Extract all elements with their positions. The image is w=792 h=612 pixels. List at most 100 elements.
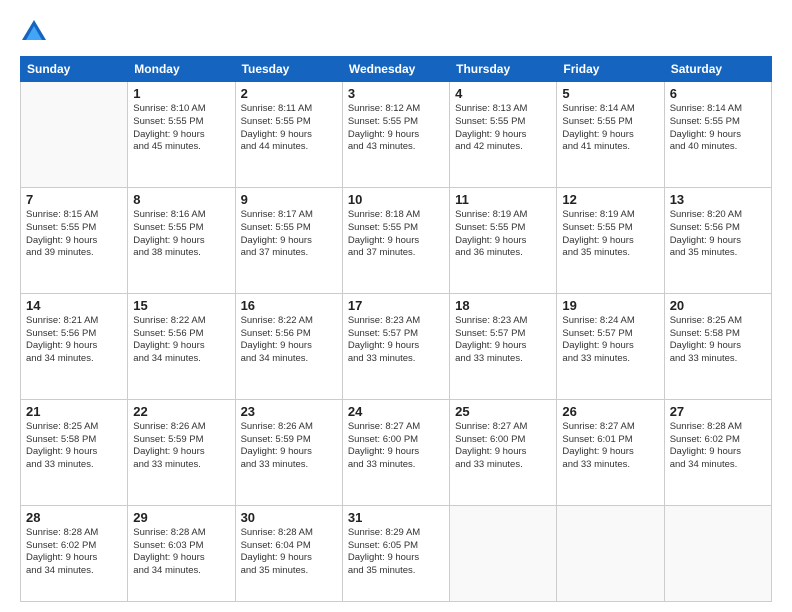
day-info: Sunrise: 8:28 AMSunset: 6:04 PMDaylight:…: [241, 527, 337, 578]
weekday-header: Tuesday: [235, 57, 342, 82]
calendar-cell: 28 Sunrise: 8:28 AMSunset: 6:02 PMDayligh…: [21, 505, 128, 601]
day-info: Sunrise: 8:26 AMSunset: 5:59 PMDaylight:…: [133, 421, 229, 472]
day-number: 23: [241, 404, 337, 419]
day-info: Sunrise: 8:20 AMSunset: 5:56 PMDaylight:…: [670, 209, 766, 260]
day-info: Sunrise: 8:24 AMSunset: 5:57 PMDaylight:…: [562, 315, 658, 366]
day-info: Sunrise: 8:27 AMSunset: 6:00 PMDaylight:…: [348, 421, 444, 472]
day-number: 7: [26, 192, 122, 207]
day-number: 13: [670, 192, 766, 207]
day-info: Sunrise: 8:29 AMSunset: 6:05 PMDaylight:…: [348, 527, 444, 578]
day-info: Sunrise: 8:14 AMSunset: 5:55 PMDaylight:…: [562, 103, 658, 154]
calendar-cell: 24 Sunrise: 8:27 AMSunset: 6:00 PMDayligh…: [342, 399, 449, 505]
day-number: 21: [26, 404, 122, 419]
calendar-table: SundayMondayTuesdayWednesdayThursdayFrid…: [20, 56, 772, 602]
weekday-header: Saturday: [664, 57, 771, 82]
day-info: Sunrise: 8:28 AMSunset: 6:02 PMDaylight:…: [670, 421, 766, 472]
calendar-cell: [450, 505, 557, 601]
calendar-cell: 20 Sunrise: 8:25 AMSunset: 5:58 PMDayligh…: [664, 293, 771, 399]
weekday-header: Monday: [128, 57, 235, 82]
day-number: 30: [241, 510, 337, 525]
day-number: 28: [26, 510, 122, 525]
calendar-cell: 13 Sunrise: 8:20 AMSunset: 5:56 PMDayligh…: [664, 187, 771, 293]
day-info: Sunrise: 8:12 AMSunset: 5:55 PMDaylight:…: [348, 103, 444, 154]
day-number: 5: [562, 86, 658, 101]
day-info: Sunrise: 8:22 AMSunset: 5:56 PMDaylight:…: [133, 315, 229, 366]
weekday-header: Friday: [557, 57, 664, 82]
calendar-cell: 26 Sunrise: 8:27 AMSunset: 6:01 PMDayligh…: [557, 399, 664, 505]
logo-icon: [20, 18, 48, 46]
day-number: 17: [348, 298, 444, 313]
day-number: 11: [455, 192, 551, 207]
day-info: Sunrise: 8:16 AMSunset: 5:55 PMDaylight:…: [133, 209, 229, 260]
day-number: 6: [670, 86, 766, 101]
calendar-cell: [21, 82, 128, 188]
day-info: Sunrise: 8:19 AMSunset: 5:55 PMDaylight:…: [562, 209, 658, 260]
day-number: 26: [562, 404, 658, 419]
day-info: Sunrise: 8:28 AMSunset: 6:02 PMDaylight:…: [26, 527, 122, 578]
day-info: Sunrise: 8:21 AMSunset: 5:56 PMDaylight:…: [26, 315, 122, 366]
header: [20, 18, 772, 46]
day-info: Sunrise: 8:25 AMSunset: 5:58 PMDaylight:…: [670, 315, 766, 366]
calendar-cell: 2Sunrise: 8:11 AMSunset: 5:55 PMDaylight…: [235, 82, 342, 188]
day-number: 10: [348, 192, 444, 207]
calendar-cell: 15 Sunrise: 8:22 AMSunset: 5:56 PMDayligh…: [128, 293, 235, 399]
calendar-cell: 6 Sunrise: 8:14 AMSunset: 5:55 PMDaylight…: [664, 82, 771, 188]
calendar-cell: 4 Sunrise: 8:13 AMSunset: 5:55 PMDaylight…: [450, 82, 557, 188]
day-number: 3: [348, 86, 444, 101]
calendar-cell: 30 Sunrise: 8:28 AMSunset: 6:04 PMDayligh…: [235, 505, 342, 601]
day-number: 14: [26, 298, 122, 313]
calendar-cell: 12 Sunrise: 8:19 AMSunset: 5:55 PMDayligh…: [557, 187, 664, 293]
day-number: 22: [133, 404, 229, 419]
calendar-cell: 3 Sunrise: 8:12 AMSunset: 5:55 PMDaylight…: [342, 82, 449, 188]
day-number: 12: [562, 192, 658, 207]
calendar-cell: 21 Sunrise: 8:25 AMSunset: 5:58 PMDayligh…: [21, 399, 128, 505]
weekday-header: Wednesday: [342, 57, 449, 82]
day-info: Sunrise: 8:23 AMSunset: 5:57 PMDaylight:…: [348, 315, 444, 366]
calendar-cell: 14 Sunrise: 8:21 AMSunset: 5:56 PMDayligh…: [21, 293, 128, 399]
day-info: Sunrise: 8:25 AMSunset: 5:58 PMDaylight:…: [26, 421, 122, 472]
calendar-cell: 27 Sunrise: 8:28 AMSunset: 6:02 PMDayligh…: [664, 399, 771, 505]
day-info: Sunrise: 8:14 AMSunset: 5:55 PMDaylight:…: [670, 103, 766, 154]
day-number: 24: [348, 404, 444, 419]
day-number: 9: [241, 192, 337, 207]
day-number: 4: [455, 86, 551, 101]
calendar-cell: 19 Sunrise: 8:24 AMSunset: 5:57 PMDayligh…: [557, 293, 664, 399]
day-info: Sunrise: 8:26 AMSunset: 5:59 PMDaylight:…: [241, 421, 337, 472]
day-number: 27: [670, 404, 766, 419]
day-number: 31: [348, 510, 444, 525]
calendar-cell: 22 Sunrise: 8:26 AMSunset: 5:59 PMDayligh…: [128, 399, 235, 505]
day-number: 18: [455, 298, 551, 313]
logo: [20, 18, 52, 46]
page: SundayMondayTuesdayWednesdayThursdayFrid…: [0, 0, 792, 612]
calendar-cell: 18 Sunrise: 8:23 AMSunset: 5:57 PMDayligh…: [450, 293, 557, 399]
calendar-cell: 16 Sunrise: 8:22 AMSunset: 5:56 PMDayligh…: [235, 293, 342, 399]
day-number: 16: [241, 298, 337, 313]
calendar-cell: 25Sunrise: 8:27 AMSunset: 6:00 PMDayligh…: [450, 399, 557, 505]
day-info: Sunrise: 8:28 AMSunset: 6:03 PMDaylight:…: [133, 527, 229, 578]
day-info: Sunrise: 8:10 AMSunset: 5:55 PMDaylight:…: [133, 103, 229, 154]
calendar-cell: 10Sunrise: 8:18 AMSunset: 5:55 PMDayligh…: [342, 187, 449, 293]
day-number: 29: [133, 510, 229, 525]
day-number: 19: [562, 298, 658, 313]
day-info: Sunrise: 8:22 AMSunset: 5:56 PMDaylight:…: [241, 315, 337, 366]
weekday-header: Thursday: [450, 57, 557, 82]
day-number: 8: [133, 192, 229, 207]
calendar-cell: 29 Sunrise: 8:28 AMSunset: 6:03 PMDayligh…: [128, 505, 235, 601]
calendar-cell: 5 Sunrise: 8:14 AMSunset: 5:55 PMDaylight…: [557, 82, 664, 188]
weekday-header: Sunday: [21, 57, 128, 82]
day-info: Sunrise: 8:13 AMSunset: 5:55 PMDaylight:…: [455, 103, 551, 154]
calendar-cell: 11 Sunrise: 8:19 AMSunset: 5:55 PMDayligh…: [450, 187, 557, 293]
day-number: 2: [241, 86, 337, 101]
calendar-cell: [664, 505, 771, 601]
day-info: Sunrise: 8:23 AMSunset: 5:57 PMDaylight:…: [455, 315, 551, 366]
day-info: Sunrise: 8:15 AMSunset: 5:55 PMDaylight:…: [26, 209, 122, 260]
day-number: 15: [133, 298, 229, 313]
calendar-cell: 23 Sunrise: 8:26 AMSunset: 5:59 PMDayligh…: [235, 399, 342, 505]
day-info: Sunrise: 8:19 AMSunset: 5:55 PMDaylight:…: [455, 209, 551, 260]
day-number: 20: [670, 298, 766, 313]
day-info: Sunrise: 8:17 AMSunset: 5:55 PMDaylight:…: [241, 209, 337, 260]
calendar-cell: 1Sunrise: 8:10 AMSunset: 5:55 PMDaylight…: [128, 82, 235, 188]
day-info: Sunrise: 8:27 AMSunset: 6:01 PMDaylight:…: [562, 421, 658, 472]
day-number: 25: [455, 404, 551, 419]
calendar-cell: 9 Sunrise: 8:17 AMSunset: 5:55 PMDaylight…: [235, 187, 342, 293]
